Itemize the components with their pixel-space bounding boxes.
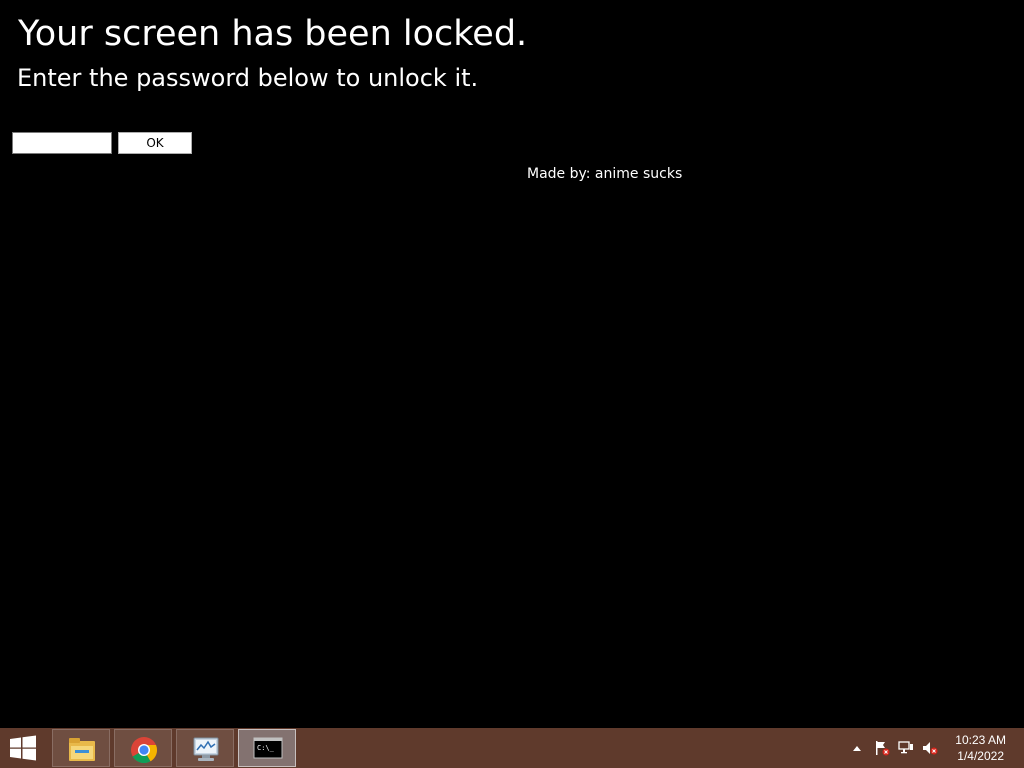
taskbar-file-explorer[interactable] bbox=[52, 729, 110, 767]
windows-logo-icon bbox=[10, 735, 36, 761]
ok-button[interactable]: OK bbox=[118, 132, 192, 154]
taskbar-chrome[interactable] bbox=[114, 729, 172, 767]
clock-time: 10:23 AM bbox=[955, 733, 1006, 747]
lock-title: Your screen has been locked. bbox=[18, 14, 528, 54]
taskbar-performance-monitor[interactable] bbox=[176, 729, 234, 767]
action-center-flag-icon[interactable] bbox=[874, 740, 890, 756]
clock[interactable]: 10:23 AM 1/4/2022 bbox=[955, 732, 1006, 764]
command-prompt-icon: C:\_ bbox=[253, 737, 283, 759]
command-prompt-glyph: C:\_ bbox=[257, 744, 275, 752]
lock-subtitle: Enter the password below to unlock it. bbox=[17, 64, 479, 92]
credit-text: Made by: anime sucks bbox=[527, 166, 683, 182]
performance-monitor-icon bbox=[193, 737, 219, 761]
volume-muted-icon[interactable] bbox=[922, 740, 938, 756]
chrome-icon bbox=[131, 737, 158, 764]
show-hidden-icons-icon[interactable] bbox=[853, 745, 861, 751]
network-icon[interactable] bbox=[898, 740, 914, 756]
clock-date: 1/4/2022 bbox=[957, 749, 1004, 763]
taskbar: C:\_ 10:23 AM 1/4/2022 bbox=[0, 728, 1024, 768]
file-explorer-icon bbox=[69, 738, 95, 761]
start-button[interactable] bbox=[8, 735, 38, 761]
system-tray: 10:23 AM 1/4/2022 bbox=[840, 728, 1024, 768]
password-input[interactable] bbox=[12, 132, 112, 154]
taskbar-command-prompt[interactable]: C:\_ bbox=[238, 729, 296, 767]
